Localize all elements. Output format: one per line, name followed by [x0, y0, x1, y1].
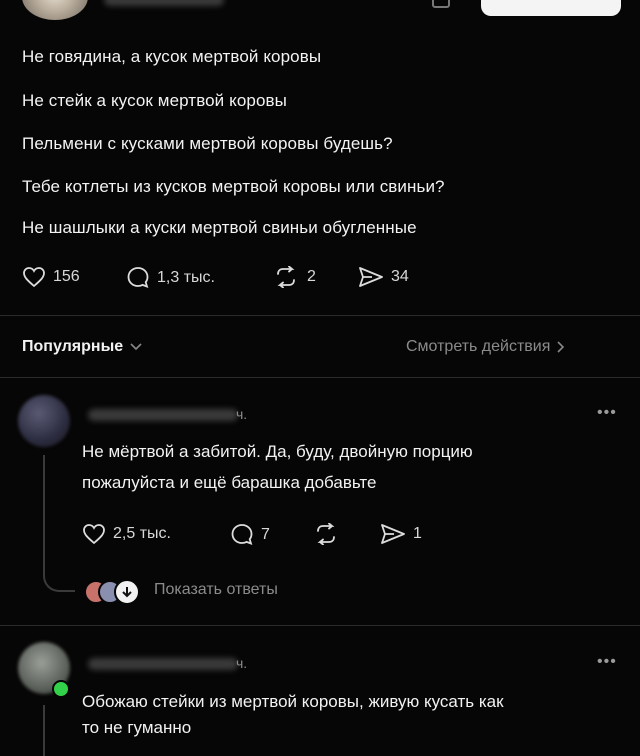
share-icon — [359, 267, 383, 287]
repost-icon — [317, 523, 335, 545]
divider — [0, 377, 640, 378]
divider — [0, 315, 640, 316]
reply-share-count: 1 — [413, 525, 422, 542]
show-replies-label: Показать ответы — [154, 581, 278, 598]
sort-dropdown[interactable]: Популярные — [22, 338, 143, 356]
author-name-blurred[interactable] — [104, 0, 224, 6]
divider — [0, 625, 640, 626]
arrow-down-icon — [114, 579, 140, 605]
post-line-2: Не стейк а кусок мертвой коровы — [22, 91, 287, 110]
share-icon — [381, 524, 405, 544]
follow-button[interactable] — [481, 0, 621, 16]
reply-author-blurred[interactable] — [88, 658, 238, 670]
view-activity-link[interactable]: Смотреть действия — [406, 338, 566, 356]
view-activity-label: Смотреть действия — [406, 338, 551, 355]
author-avatar[interactable] — [22, 0, 88, 20]
replier-avatars — [84, 578, 144, 605]
reply-share-button[interactable]: 1 — [380, 523, 422, 545]
post-repost-button[interactable]: 2 — [272, 266, 316, 288]
reply-text-line-1: Не мёртвой а забитой. Да, буду, двойную … — [82, 442, 473, 461]
thread-curve — [43, 560, 75, 592]
comment-icon — [127, 267, 149, 288]
thread-line — [43, 455, 45, 575]
post-line-4: Тебе котлеты из кусков мертвой коровы ил… — [22, 177, 445, 196]
heart-icon — [83, 524, 105, 545]
more-icon[interactable]: ••• — [597, 653, 617, 671]
reply-author-blurred[interactable] — [88, 409, 238, 421]
chevron-right-icon — [557, 341, 565, 353]
reply-like-count: 2,5 тыс. — [113, 525, 171, 542]
thread-line — [43, 705, 45, 756]
more-icon[interactable]: ••• — [597, 404, 617, 422]
reply-repost-button[interactable] — [312, 523, 340, 545]
post-share-button[interactable]: 34 — [358, 266, 409, 288]
sort-label: Популярные — [22, 338, 124, 355]
reply-text-line-2: то не гуманно — [82, 718, 192, 737]
post-like-count: 156 — [53, 268, 80, 285]
post-repost-count: 2 — [307, 268, 316, 285]
online-status-dot — [52, 680, 70, 698]
show-replies-button[interactable]: Показать ответы — [84, 578, 278, 605]
comment-icon — [231, 524, 253, 545]
post-share-count: 34 — [391, 268, 409, 285]
reply-time: ч. — [236, 655, 248, 671]
post-comment-count: 1,3 тыс. — [157, 268, 215, 286]
post-like-button[interactable]: 156 — [22, 266, 80, 288]
heart-icon — [23, 267, 45, 288]
post-line-5: Не шашлыки а куски мертвой свиньи обугле… — [22, 218, 417, 237]
menu-icon[interactable] — [432, 0, 450, 8]
reply-comment-count: 7 — [261, 525, 270, 543]
reply-time: ч. — [236, 406, 248, 422]
post-line-1: Не говядина, а кусок мертвой коровы — [22, 47, 322, 66]
chevron-down-icon — [130, 343, 142, 351]
post-comment-button[interactable]: 1,3 тыс. — [126, 266, 215, 289]
post-line-3: Пельмени с кусками мертвой коровы будешь… — [22, 134, 393, 153]
reply-text-line-2: пожалуйста и ещё барашка добавьте — [82, 473, 377, 492]
repost-icon — [277, 266, 295, 288]
reply-like-button[interactable]: 2,5 тыс. — [82, 523, 171, 545]
reply-comment-button[interactable]: 7 — [230, 523, 270, 546]
reply-avatar[interactable] — [18, 395, 70, 447]
